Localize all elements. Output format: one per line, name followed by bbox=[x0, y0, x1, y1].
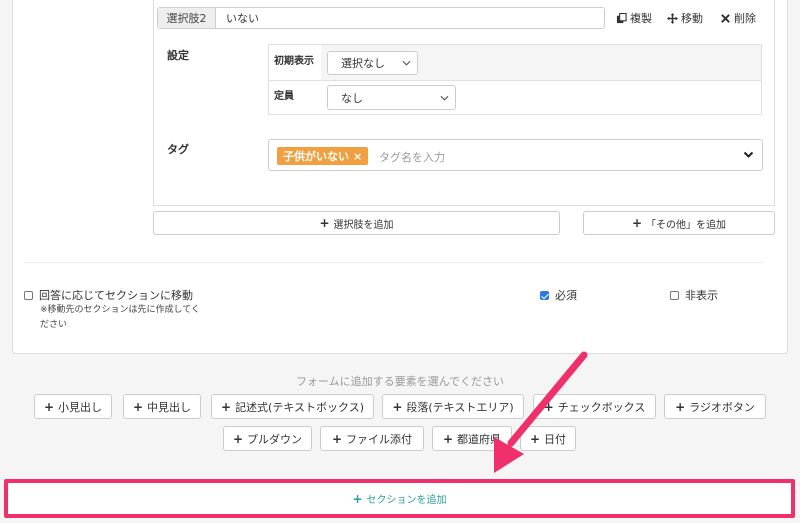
add-textbox-button[interactable]: + 記述式(テキストボックス) bbox=[211, 394, 374, 419]
settings-label: 設定 bbox=[167, 49, 189, 62]
branch-note: ※移動先のセクションは先に作成してください bbox=[40, 305, 201, 330]
element-label: 小見出し bbox=[58, 400, 103, 414]
plus-icon: + bbox=[319, 216, 330, 230]
add-section-label: セクションを追加 bbox=[366, 495, 447, 506]
capacity-value: なし bbox=[341, 91, 363, 105]
add-checkbox-button[interactable]: + チェックボックス bbox=[533, 394, 656, 419]
branch-checkbox[interactable]: 回答に応じてセクションに移動 bbox=[24, 287, 193, 303]
copy-icon bbox=[616, 12, 627, 23]
plus-icon: + bbox=[352, 491, 363, 506]
add-medium-heading-button[interactable]: + 中見出し bbox=[123, 394, 201, 419]
element-label: プルダウン bbox=[247, 432, 303, 446]
hidden-label: 非表示 bbox=[685, 289, 718, 302]
plus-icon: + bbox=[543, 399, 554, 414]
plus-icon: + bbox=[43, 399, 55, 414]
initial-display-value: 選択なし bbox=[341, 57, 385, 70]
required-checkbox[interactable]: 必須 bbox=[540, 287, 577, 303]
capacity-label: 定員 bbox=[274, 91, 294, 102]
capacity-select[interactable]: なし bbox=[327, 85, 456, 110]
move-icon bbox=[667, 12, 678, 24]
plus-icon: + bbox=[442, 431, 454, 446]
plus-icon: + bbox=[392, 399, 403, 414]
element-label: 記述式(テキストボックス) bbox=[235, 400, 364, 414]
add-small-heading-button[interactable]: + 小見出し bbox=[34, 394, 112, 419]
add-choice-button[interactable]: + 選択肢を追加 bbox=[153, 211, 560, 235]
add-prefecture-button[interactable]: + 都道府県 bbox=[432, 426, 512, 451]
required-label: 必須 bbox=[555, 289, 577, 302]
move-button[interactable]: 移動 bbox=[667, 10, 703, 26]
add-other-label: 「その他」を追加 bbox=[646, 219, 727, 231]
plus-icon: + bbox=[675, 399, 686, 414]
close-icon bbox=[721, 13, 730, 23]
plus-icon: + bbox=[529, 431, 541, 446]
delete-button[interactable]: 削除 bbox=[720, 10, 756, 26]
hidden-checkbox[interactable]: 非表示 bbox=[670, 287, 718, 303]
move-label: 移動 bbox=[681, 12, 703, 25]
add-choice-label: 選択肢を追加 bbox=[333, 219, 394, 231]
add-other-button[interactable]: + 「その他」を追加 bbox=[583, 211, 775, 235]
add-file-button[interactable]: + ファイル添付 bbox=[320, 426, 424, 451]
element-label: 都道府県 bbox=[457, 432, 502, 446]
add-radio-button[interactable]: + ラジオボタン bbox=[664, 394, 766, 419]
element-label: 日付 bbox=[544, 432, 567, 446]
divider bbox=[24, 262, 764, 263]
plus-icon: + bbox=[331, 431, 343, 446]
tag-remove-icon[interactable]: × bbox=[353, 150, 362, 163]
plus-icon: + bbox=[631, 216, 643, 230]
chevron-down-icon[interactable] bbox=[743, 151, 754, 159]
initial-display-label: 初期表示 bbox=[274, 56, 314, 67]
plus-icon: + bbox=[221, 399, 232, 414]
hidden-checkbox-box[interactable] bbox=[670, 290, 679, 300]
tags-label: タグ bbox=[167, 143, 189, 156]
element-label: 中見出し bbox=[147, 400, 192, 414]
choice-row: 選択肢2 いない bbox=[157, 7, 605, 29]
tag-input-placeholder[interactable]: タグ名を入力 bbox=[379, 149, 445, 165]
choice-label: 選択肢2 bbox=[158, 8, 216, 28]
add-textarea-button[interactable]: + 段落(テキストエリア) bbox=[382, 394, 524, 419]
tag-chip-label: 子供がいない bbox=[283, 150, 349, 163]
add-date-button[interactable]: + 日付 bbox=[520, 426, 576, 451]
branch-label: 回答に応じてセクションに移動 bbox=[39, 289, 193, 302]
add-dropdown-button[interactable]: + プルダウン bbox=[223, 426, 312, 451]
element-label: ファイル添付 bbox=[346, 432, 413, 446]
element-label: チェックボックス bbox=[557, 400, 646, 414]
add-section-button[interactable]: + セクションを追加 bbox=[4, 479, 795, 518]
delete-label: 削除 bbox=[734, 12, 756, 25]
choice-input[interactable]: いない bbox=[216, 8, 604, 28]
tag-input-box[interactable]: 子供がいない × タグ名を入力 bbox=[268, 139, 763, 171]
chevron-down-icon bbox=[402, 60, 411, 66]
branch-checkbox-box[interactable] bbox=[24, 290, 33, 300]
element-label: 段落(テキストエリア) bbox=[406, 400, 514, 414]
element-label: ラジオボタン bbox=[689, 400, 755, 414]
plus-icon: + bbox=[132, 399, 144, 414]
duplicate-button[interactable]: 複製 bbox=[616, 10, 652, 26]
tag-chip: 子供がいない × bbox=[277, 147, 369, 165]
plus-icon: + bbox=[232, 431, 244, 446]
duplicate-label: 複製 bbox=[630, 12, 652, 25]
initial-display-select[interactable]: 選択なし bbox=[327, 51, 418, 75]
chevron-down-icon bbox=[440, 95, 449, 101]
required-checkbox-box[interactable] bbox=[540, 290, 549, 300]
element-hint: フォームに追加する要素を選んでください bbox=[295, 375, 505, 388]
